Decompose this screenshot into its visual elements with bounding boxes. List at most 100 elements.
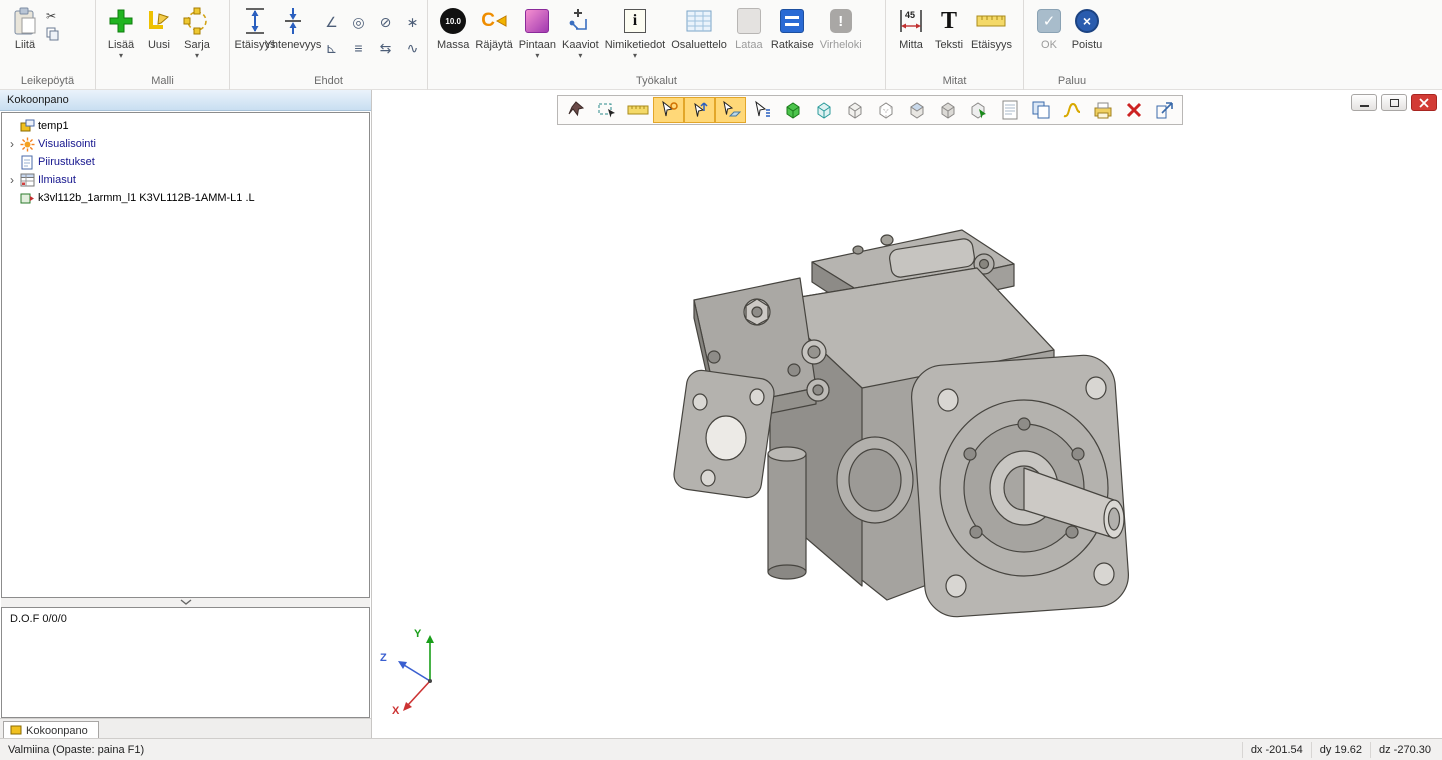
schematics-button[interactable]: Kaaviot ▾	[559, 5, 602, 60]
3d-viewport[interactable]: Y Z X	[371, 90, 1442, 738]
ribbon-group-dimensions: 45 Mitta T Teksti Etäisyys Mitat	[886, 0, 1024, 90]
panel-title: Kokoonpano	[7, 94, 69, 106]
angle-constraint-icon[interactable]: ∠	[318, 9, 345, 35]
tree-item-configurations[interactable]: › Ilmiasut	[2, 171, 369, 189]
add-component-button[interactable]: Lisää ▾	[102, 5, 140, 60]
parts-list-icon	[685, 5, 713, 37]
expand-arrow-icon[interactable]: ›	[6, 137, 18, 151]
maximize-icon	[1390, 99, 1399, 107]
spline-curve-icon[interactable]	[1056, 97, 1087, 123]
status-dy: dy 19.62	[1311, 742, 1370, 758]
window-controls	[1351, 94, 1437, 111]
solve-button[interactable]: Ratkaise	[768, 5, 817, 51]
mass-button[interactable]: 10.0 Massa	[434, 5, 472, 51]
ribbon: Liitä ✂ Leikepöytä Lisää ▾	[0, 0, 1442, 90]
parts-list-button[interactable]: Osaluettelo	[668, 5, 730, 51]
print-drawer-icon[interactable]	[1087, 97, 1118, 123]
distance-constraint-icon	[242, 5, 268, 37]
symmetry-constraint-icon[interactable]: ∗	[399, 9, 426, 35]
pattern-button[interactable]: Sarja ▾	[178, 5, 216, 60]
view-cube-shaded-icon[interactable]	[839, 97, 870, 123]
close-button[interactable]	[1411, 94, 1437, 111]
opposite-constraint-icon[interactable]: ⇆	[372, 35, 399, 61]
text-tool-icon: T	[941, 8, 957, 35]
tree-item-part[interactable]: k3vl112b_1armm_l1 K3VL112B-1AMM-L1 .L	[2, 189, 369, 207]
drawings-icon	[18, 155, 36, 170]
view-cube-iso-icon[interactable]	[932, 97, 963, 123]
perpendicular-constraint-icon[interactable]: ⊾	[318, 35, 345, 61]
assembly-panel-header: Kokoonpano	[0, 90, 371, 111]
maximize-button[interactable]	[1381, 94, 1407, 111]
group-label-constraints: Ehdot	[230, 75, 427, 87]
measure-dimension-icon: 45	[897, 5, 925, 37]
pump-model[interactable]	[662, 202, 1132, 632]
assembly-icon	[18, 119, 36, 133]
exit-view-arrow-icon[interactable]	[1149, 97, 1180, 123]
ok-button[interactable]: ✓ OK	[1030, 5, 1068, 51]
viewport-toolbar	[557, 95, 1183, 125]
cut-icon[interactable]: ✂	[46, 9, 60, 23]
smooth-constraint-icon[interactable]: ∿	[399, 35, 426, 61]
concentric-constraint-icon[interactable]: ◎	[345, 9, 372, 35]
select-box-icon[interactable]	[591, 97, 622, 123]
cad-application-window: { "ribbon": { "groups": [ {"label": "Lei…	[0, 0, 1442, 760]
error-log-button[interactable]: ! Virheloki	[817, 5, 865, 51]
panel-splitter[interactable]	[1, 598, 370, 607]
add-plus-icon	[107, 5, 135, 37]
axis-z-label: Z	[380, 652, 387, 664]
expand-arrow-icon[interactable]: ›	[6, 173, 18, 187]
assembly-tab-icon	[10, 724, 22, 739]
wireframe-teal-cube-icon[interactable]	[808, 97, 839, 123]
tree-item-drawings[interactable]: Piirustukset	[2, 153, 369, 171]
status-dz: dz -270.30	[1370, 742, 1442, 758]
splitter-chevron-icon	[179, 599, 193, 606]
tree-item-visualization[interactable]: › Visualisointi	[2, 135, 369, 153]
ribbon-group-return: ✓ OK × Poistu Paluu	[1024, 0, 1120, 90]
ribbon-group-tools: 10.0 Massa C Räjäytä Pintaan ▾ Kaaviot ▾…	[428, 0, 886, 90]
tangent-constraint-icon[interactable]: ⊘	[372, 9, 399, 35]
clipboard-paste-icon	[12, 5, 38, 37]
part-icon	[18, 192, 36, 205]
parallel-constraint-icon[interactable]: ≡	[345, 35, 372, 61]
pick-direction-icon[interactable]	[684, 97, 715, 123]
pick-entity-icon[interactable]	[746, 97, 777, 123]
solid-green-cube-icon[interactable]	[777, 97, 808, 123]
list-sheet-icon[interactable]	[994, 97, 1025, 123]
minimize-button[interactable]	[1351, 94, 1377, 111]
view-cube-top-icon[interactable]	[901, 97, 932, 123]
paste-button[interactable]: Liitä	[6, 5, 44, 51]
explode-button[interactable]: C Räjäytä	[472, 5, 515, 51]
select-component-cube-icon[interactable]	[963, 97, 994, 123]
copy-icon[interactable]	[46, 27, 60, 44]
exit-button[interactable]: × Poistu	[1068, 5, 1106, 51]
group-label-return: Paluu	[1024, 75, 1120, 87]
chevron-down-icon: ▾	[633, 52, 637, 60]
configurations-icon	[18, 173, 36, 187]
coincident-constraint-button[interactable]: Yhtenevyys	[274, 5, 312, 51]
to-surface-button[interactable]: Pintaan ▾	[516, 5, 559, 60]
measure-ruler-icon[interactable]	[622, 97, 653, 123]
schematics-icon	[566, 5, 594, 37]
pick-plane-icon[interactable]	[715, 97, 746, 123]
new-button[interactable]: Uusi	[140, 5, 178, 51]
coincident-constraint-icon	[280, 5, 306, 37]
item-data-button[interactable]: i Nimiketiedot ▾	[602, 5, 669, 60]
group-label-tools: Työkalut	[428, 75, 885, 87]
group-label-dimensions: Mitat	[886, 75, 1023, 87]
measure-button[interactable]: 45 Mitta	[892, 5, 930, 51]
delete-red-icon[interactable]	[1118, 97, 1149, 123]
text-button[interactable]: T Teksti	[930, 5, 968, 51]
mass-icon: 10.0	[440, 8, 466, 34]
copy-layers-icon[interactable]	[1025, 97, 1056, 123]
load-button[interactable]: Lataa	[730, 5, 768, 51]
distance-measure-button[interactable]: Etäisyys	[968, 5, 1015, 51]
exit-x-icon: ×	[1075, 9, 1099, 33]
status-dx: dx -201.54	[1242, 742, 1311, 758]
pin-icon[interactable]	[560, 97, 591, 123]
tree-item-temp1[interactable]: temp1	[2, 117, 369, 135]
chevron-down-icon: ▾	[195, 52, 199, 60]
dof-panel: D.O.F 0/0/0	[1, 607, 370, 718]
ok-check-icon: ✓	[1037, 9, 1061, 33]
pick-point-icon[interactable]	[653, 97, 684, 123]
view-cube-hidden-icon[interactable]	[870, 97, 901, 123]
